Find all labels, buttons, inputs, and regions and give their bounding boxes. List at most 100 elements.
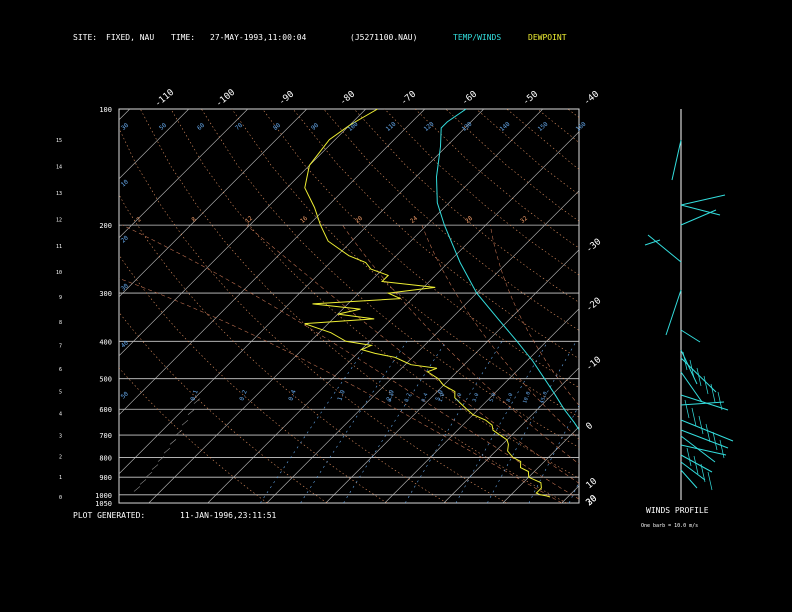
isotherm-line (119, 109, 131, 121)
dry-adiabat-line (476, 109, 579, 196)
wind-barb (680, 194, 726, 206)
dry-adiabat-line (415, 109, 579, 249)
isotherm-tick (169, 439, 177, 445)
pressure-tick-label: 200 (99, 222, 112, 230)
time-value: 27-MAY-1993,11:00:04 (210, 33, 307, 42)
isotherm-line (325, 249, 579, 503)
plot-generated-value: 11-JAN-1996,23:11:51 (180, 511, 277, 520)
isotherm-line (119, 109, 249, 239)
dry-adiabat-line (262, 109, 579, 388)
height-km-tick-label: 8 (59, 320, 62, 326)
winds-profile-title: WINDS PROFILE (646, 506, 709, 515)
dry-adiabat-line (353, 109, 579, 303)
time-label: TIME: (171, 33, 196, 42)
adiabat-label-top: 150 (537, 120, 550, 133)
height-km-tick-label: 10 (56, 270, 62, 276)
adiabat-label-top: 140 (499, 120, 512, 133)
adiabat-label-top: 30 (120, 122, 130, 132)
isotherm-tick (187, 409, 195, 415)
height-km-tick-label: 13 (56, 191, 62, 197)
mixing-ratio-label-lower: 2.0 (455, 392, 464, 403)
isotherm-line (739, 109, 792, 503)
site-value: FIXED, NAU (106, 33, 155, 42)
wind-barb (680, 419, 734, 442)
site-label: SITE: (73, 33, 98, 42)
adiabat-label-left: 40 (120, 339, 130, 349)
dry-adiabat-line (506, 109, 579, 170)
isotherm-tick (181, 419, 189, 426)
file-name: (J5271100.NAU) (350, 33, 418, 42)
wind-barb (680, 204, 721, 216)
adiabat-label-top: 130 (461, 120, 474, 133)
legend-dewpoint: DEWPOINT (528, 33, 567, 42)
height-km-tick-label: 0 (59, 495, 62, 501)
plot-frame (118, 108, 580, 504)
adiabat-label-left: 50 (120, 390, 130, 400)
adiabat-label-top: 60 (196, 122, 206, 132)
mixing-ratio-label-lower: 0.2 (404, 392, 413, 403)
mixing-ratio-label: 0.4 (287, 389, 297, 402)
height-km-tick-label: 1 (59, 475, 62, 481)
isotherm-line (119, 109, 190, 180)
pressure-tick-label: 700 (99, 432, 112, 440)
wind-barb-feather (698, 415, 704, 435)
isotherm-line (119, 109, 485, 475)
height-km-tick-label: 6 (59, 367, 62, 373)
height-km-tick-label: 2 (59, 454, 62, 460)
isotherm-tick (139, 479, 147, 485)
adiabat-label-top: 50 (158, 122, 168, 132)
height-km-tick-label: 12 (56, 217, 62, 223)
isotherm-label-right: -20 (585, 296, 604, 314)
mixing-ratio-label: 1.0 (336, 389, 346, 402)
isotherm-label-top: -110 (153, 88, 176, 110)
wind-barb (671, 139, 682, 181)
theta-e-label: 16 (299, 215, 309, 225)
dry-adiabat-line (598, 109, 792, 503)
height-km-tick-label: 7 (59, 344, 62, 350)
legend-temp-winds: TEMP/WINDS (453, 33, 502, 42)
pressure-tick-label: 600 (99, 406, 112, 414)
pressure-tick-label: 1000 (95, 492, 112, 500)
mixing-ratio-line (589, 341, 667, 503)
dewpoint-profile-line (304, 109, 551, 498)
adiabat-label-top: 90 (310, 122, 320, 132)
dry-adiabat-line (537, 109, 579, 143)
height-km-tick-label: 11 (56, 244, 62, 250)
dry-adiabat-line (119, 127, 507, 503)
isotherm-tick (145, 471, 153, 478)
theta-e-label: 28 (464, 215, 474, 225)
wind-barb (680, 329, 701, 343)
isotherm-line (443, 367, 579, 503)
wind-barb-feather (684, 399, 690, 419)
isotherm-label-top: -90 (277, 89, 296, 107)
pressure-tick-label: 400 (99, 338, 112, 346)
height-km-tick-label: 3 (59, 433, 62, 439)
isotherm-line (621, 109, 792, 503)
mixing-ratio-line (455, 341, 549, 503)
wind-barb-feather (691, 407, 697, 427)
adiabat-label-top: 80 (272, 122, 282, 132)
mixing-ratio-label-lower: 15.0 (539, 391, 549, 404)
moist-adiabat-line (246, 224, 579, 484)
isotherm-label-top: -70 (399, 89, 418, 107)
isotherm-line (148, 109, 544, 503)
dry-adiabat-line (660, 109, 792, 503)
moist-adiabat-line (119, 278, 562, 503)
mixing-ratio-label-lower: 10.0 (522, 391, 532, 404)
mixing-ratio-line (528, 404, 579, 503)
winds-profile-panel (644, 109, 734, 500)
theta-e-label: 20 (354, 215, 364, 225)
wind-barb (680, 401, 725, 406)
mixing-ratio-label-lower: 3.0 (472, 392, 481, 403)
isotherm-line (384, 308, 579, 503)
wind-barb-feather (689, 359, 695, 379)
wind-barb (680, 454, 713, 473)
isotherm-line (680, 109, 792, 503)
height-km-tick-label: 4 (59, 412, 62, 418)
pressure-tick-label: 300 (99, 290, 112, 298)
isotherm-line (502, 426, 579, 503)
plot-generated-label: PLOT GENERATED: (73, 511, 146, 520)
wind-barb (665, 289, 682, 336)
moist-adiabat-line (421, 224, 579, 440)
skew-t-diagram: 10501000900800700600500400300200100-110-… (56, 88, 792, 508)
